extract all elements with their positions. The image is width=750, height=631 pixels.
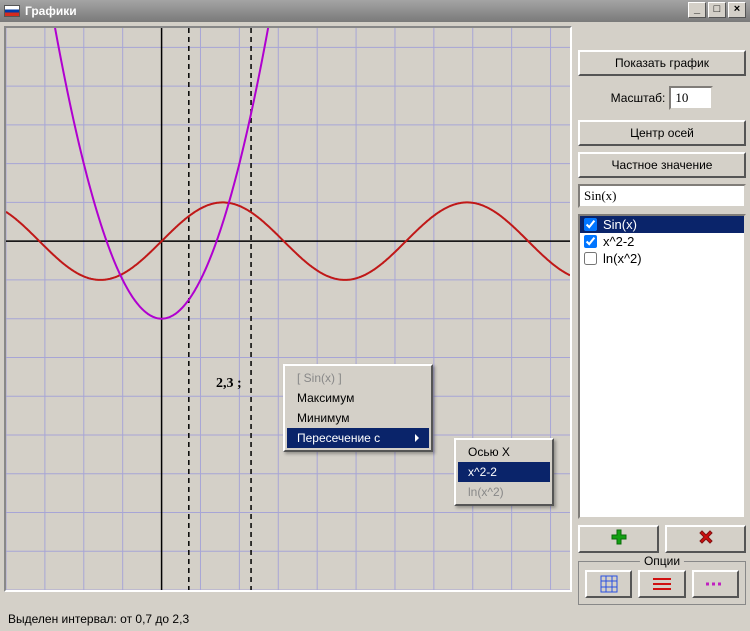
lines-icon xyxy=(651,576,673,592)
minimize-button[interactable]: _ xyxy=(688,2,706,18)
option-lines-button[interactable] xyxy=(638,570,685,598)
maximize-button[interactable]: □ xyxy=(708,2,726,18)
menu-item[interactable]: Минимум xyxy=(287,408,429,428)
context-submenu[interactable]: Осью Xx^2-2ln(x^2) xyxy=(454,438,554,506)
show-graph-button[interactable]: Показать график xyxy=(578,50,746,76)
grid-icon xyxy=(599,574,619,594)
function-checkbox[interactable] xyxy=(584,252,597,265)
function-input[interactable] xyxy=(578,184,746,208)
menu-item[interactable]: Максимум xyxy=(287,388,429,408)
add-function-button[interactable] xyxy=(578,525,659,553)
menu-item[interactable]: Пересечение с xyxy=(287,428,429,448)
function-list-item[interactable]: x^2-2 xyxy=(580,233,744,250)
function-list[interactable]: Sin(x) x^2-2 ln(x^2) xyxy=(578,214,746,519)
function-list-item[interactable]: Sin(x) xyxy=(580,216,744,233)
close-button[interactable]: × xyxy=(728,2,746,18)
window-title: Графики xyxy=(25,4,77,18)
option-grid-button[interactable] xyxy=(585,570,632,598)
delete-function-button[interactable] xyxy=(665,525,746,553)
function-label: x^2-2 xyxy=(603,234,634,249)
menu-item[interactable]: Осью X xyxy=(458,442,550,462)
function-checkbox[interactable] xyxy=(584,235,597,248)
options-group: Опции xyxy=(578,561,746,605)
context-menu[interactable]: [ Sin(x) ]МаксимумМинимумПересечение с xyxy=(283,364,433,452)
center-axes-button[interactable]: Центр осей xyxy=(578,120,746,146)
status-text: Выделен интервал: от 0,7 до 2,3 xyxy=(8,612,189,626)
function-checkbox[interactable] xyxy=(584,218,597,231)
x-icon xyxy=(697,528,715,546)
app-icon xyxy=(4,5,20,17)
scale-label: Масштаб: xyxy=(611,91,666,105)
cursor-coords: 2,3 ; xyxy=(216,376,242,392)
private-value-button[interactable]: Частное значение xyxy=(578,152,746,178)
options-legend: Опции xyxy=(640,554,684,568)
scale-input[interactable] xyxy=(669,86,713,110)
titlebar: Графики _ □ × xyxy=(0,0,750,22)
menu-item: [ Sin(x) ] xyxy=(287,368,429,388)
plot-area[interactable]: 2,3 ; [ Sin(x) ]МаксимумМинимумПересечен… xyxy=(4,26,572,592)
function-label: ln(x^2) xyxy=(603,251,642,266)
status-bar: Выделен интервал: от 0,7 до 2,3 xyxy=(0,609,750,631)
menu-item[interactable]: x^2-2 xyxy=(458,462,550,482)
dots-icon xyxy=(704,576,726,592)
plus-icon xyxy=(610,528,628,546)
option-dots-button[interactable] xyxy=(692,570,739,598)
function-label: Sin(x) xyxy=(603,217,637,232)
function-list-item[interactable]: ln(x^2) xyxy=(580,250,744,267)
menu-item: ln(x^2) xyxy=(458,482,550,502)
